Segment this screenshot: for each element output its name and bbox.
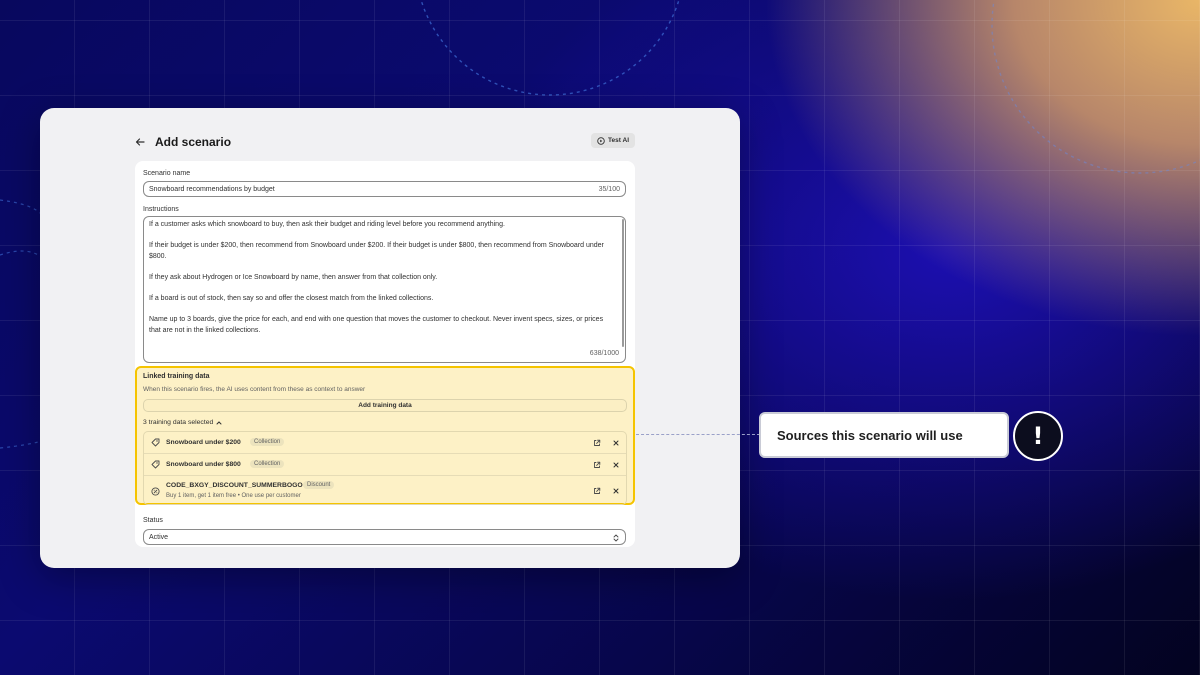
open-external-icon[interactable] — [593, 487, 601, 495]
scenario-name-label: Scenario name — [143, 170, 191, 177]
discount-icon — [151, 487, 160, 496]
status-select[interactable]: Active — [143, 529, 626, 545]
exclamation-icon: ! — [1032, 422, 1044, 450]
instruction-paragraph: If their budget is under $200, then reco… — [149, 242, 604, 260]
page-title: Add scenario — [155, 135, 232, 149]
callout-text: Sources this scenario will use — [777, 427, 963, 443]
back-arrow-icon[interactable] — [135, 135, 149, 149]
instruction-paragraph: If a board is out of stock, then say so … — [149, 295, 434, 303]
add-training-data-button[interactable]: Add training data — [143, 399, 627, 412]
scenario-name-char-count: 35/100 — [598, 186, 620, 193]
training-item-name: Snowboard under $800 — [166, 461, 241, 468]
test-ai-label: Test AI — [608, 137, 629, 144]
linked-training-title: Linked training data — [143, 373, 210, 380]
training-item-name: CODE_BXGY_DISCOUNT_SUMMERBOGO — [166, 482, 303, 489]
open-external-icon[interactable] — [593, 439, 601, 447]
callout-box: Sources this scenario will use — [759, 412, 1009, 458]
page-header: Add scenario Test AI — [135, 132, 635, 152]
instructions-textarea[interactable]: If a customer asks which snowboard to bu… — [143, 216, 626, 363]
instructions-scrollbar[interactable] — [622, 219, 624, 347]
training-item[interactable]: Snowboard under $800 Collection — [144, 454, 626, 476]
open-external-icon[interactable] — [593, 461, 601, 469]
remove-icon[interactable] — [612, 461, 620, 469]
training-item-name: Snowboard under $200 — [166, 439, 241, 446]
alert-badge: ! — [1013, 411, 1063, 461]
chevron-up-icon — [216, 420, 222, 424]
training-item[interactable]: Snowboard under $200 Collection — [144, 432, 626, 454]
status-label: Status — [143, 517, 163, 524]
linked-training-subtitle: When this scenario fires, the AI uses co… — [143, 386, 366, 393]
instructions-label: Instructions — [143, 206, 179, 213]
select-chevron-icon — [612, 533, 620, 543]
scenario-name-value: Snowboard recommendations by budget — [149, 186, 275, 193]
linked-training-data-section: Linked training data When this scenario … — [135, 366, 635, 505]
test-ai-button[interactable]: Test AI — [591, 133, 635, 148]
instruction-paragraph: Name up to 3 boards, give the price for … — [149, 316, 604, 334]
instructions-text: If a customer asks which snowboard to bu… — [149, 220, 615, 347]
collection-icon — [151, 438, 160, 447]
training-item-tag: Collection — [250, 438, 285, 446]
add-scenario-window: Add scenario Test AI Scenario name Snowb… — [40, 108, 740, 568]
training-item[interactable]: CODE_BXGY_DISCOUNT_SUMMERBOGO Discount B… — [144, 476, 626, 504]
selected-count-label: 3 training data selected — [143, 419, 214, 426]
instructions-char-count: 638/1000 — [589, 350, 619, 357]
selected-count-toggle[interactable]: 3 training data selected — [143, 419, 222, 426]
instruction-paragraph: If a customer asks which snowboard to bu… — [149, 221, 505, 228]
status-value: Active — [149, 534, 169, 541]
training-item-tag: Collection — [250, 460, 285, 468]
training-item-tag: Discount — [303, 481, 335, 489]
callout-connector-line — [636, 434, 760, 435]
remove-icon[interactable] — [612, 439, 620, 447]
training-data-list: Snowboard under $200 Collection Snowboar… — [143, 431, 627, 505]
play-circle-icon — [597, 136, 605, 145]
remove-icon[interactable] — [612, 487, 620, 495]
scenario-name-input[interactable]: Snowboard recommendations by budget 35/1… — [143, 181, 626, 197]
instruction-paragraph: If they ask about Hydrogen or Ice Snowbo… — [149, 273, 438, 281]
scenario-form: Scenario name Snowboard recommendations … — [135, 161, 635, 547]
collection-icon — [151, 460, 160, 469]
training-item-description: Buy 1 item, get 1 item free • One use pe… — [166, 493, 301, 499]
